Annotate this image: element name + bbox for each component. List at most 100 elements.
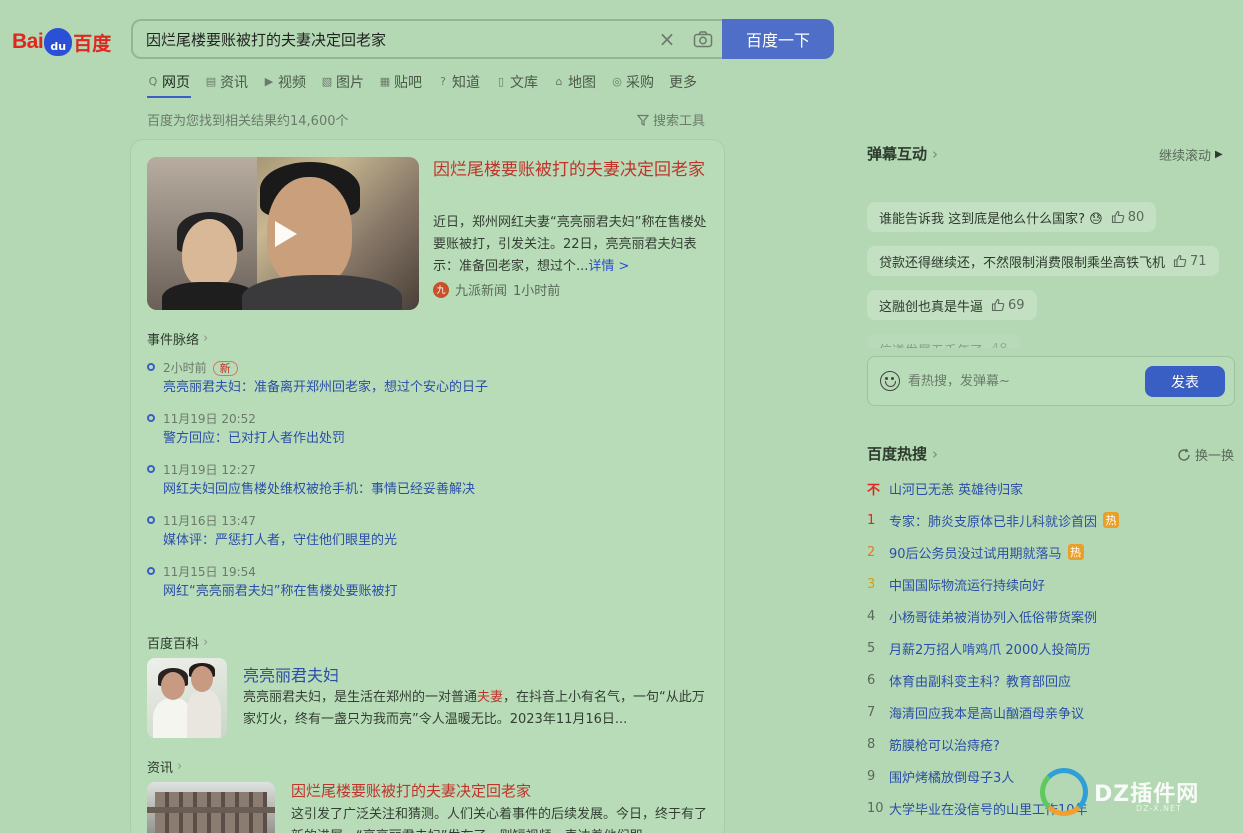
timeline-dot-icon xyxy=(147,414,155,422)
timeline-dot-icon xyxy=(147,465,155,473)
danmu-list: 谁能告诉我 这到底是他么什么国家? 😓 80 贷款还得继续还，不然限制消费限制乘坐… xyxy=(867,168,1237,348)
purchase-icon: ◎ xyxy=(612,75,622,88)
map-icon: ⌂ xyxy=(555,75,563,88)
news-desc: 这引发了广泛关注和猜测。人们关心着事件的后续发展。今日，终于有了新的进展，“亮亮… xyxy=(291,807,708,833)
danmu-item[interactable]: 这融创也真是牛逼 69 xyxy=(867,290,1037,320)
hot-item[interactable]: 5 月薪2万招人啃鸡爪 2000人投简历 xyxy=(867,632,1237,664)
timeline-heading[interactable]: 事件脉络 › xyxy=(147,329,208,348)
tab-tieba[interactable]: ▦ 贴吧 xyxy=(379,70,422,94)
tab-video[interactable]: ▶ 视频 xyxy=(263,70,306,94)
baike-desc: 亮亮丽君夫妇，是生活在郑州的一对普通夫妻，在抖音上小有名气，一句“从此万家灯火，… xyxy=(243,690,705,727)
send-danmu-button[interactable]: 发表 xyxy=(1145,366,1225,397)
tab-news[interactable]: ▤ 资讯 xyxy=(205,70,248,94)
like-button[interactable]: 80 xyxy=(1111,210,1144,225)
top-result-title[interactable]: 因烂尾楼要账被打的夫妻决定回老家 xyxy=(433,156,713,184)
timeline-item: 11月19日 20:52 警方回应：已对打人者作出处罚 xyxy=(147,409,707,460)
refresh-icon xyxy=(1178,448,1190,461)
like-button[interactable]: 71 xyxy=(1173,254,1207,269)
source-time: 1小时前 xyxy=(513,284,561,299)
danmu-item[interactable]: 贷款还得继续还，不然限制消费限制乘坐高铁飞机 71 xyxy=(867,246,1219,276)
video-thumbnail[interactable] xyxy=(147,157,419,310)
search-button[interactable]: 百度一下 xyxy=(722,19,834,59)
hot-item[interactable]: 6 体育由副科变主科？教育部回应 xyxy=(867,664,1237,696)
details-link[interactable]: 详情 > xyxy=(588,259,629,274)
thumbs-up-icon xyxy=(1173,254,1187,268)
danmu-input[interactable] xyxy=(908,373,1138,389)
tab-zhidao[interactable]: ? 知道 xyxy=(437,70,480,94)
timeline-dot-icon xyxy=(147,567,155,575)
tab-wenku[interactable]: ▯ 文库 xyxy=(495,70,538,94)
hot-item[interactable]: 7 海清回应我本是高山酗酒母亲争议 xyxy=(867,696,1237,728)
chevron-right-icon: › xyxy=(932,144,939,163)
hot-item[interactable]: 3 中国国际物流运行持续向好 xyxy=(867,568,1237,600)
top-result-desc: 近日，郑州网红夫妻“亮亮丽君夫妇”称在售楼处要账被打，引发关注。22日，亮亮丽君… xyxy=(433,215,707,274)
search-box: × xyxy=(131,19,723,59)
baidu-logo[interactable]: Bai du 百度 xyxy=(12,22,111,62)
search-tools-button[interactable]: 搜索工具 xyxy=(637,110,705,129)
timeline-item: 11月15日 19:54 网红“亮亮丽君夫妇”称在售楼处要账被打 xyxy=(147,562,707,613)
source-name[interactable]: 九派新闻 xyxy=(455,280,507,299)
thumbs-up-icon xyxy=(1111,210,1124,224)
logo-paw-icon: du xyxy=(44,28,73,56)
new-badge: 新 xyxy=(212,360,238,376)
timeline-link[interactable]: 网红“亮亮丽君夫妇”称在售楼处要账被打 xyxy=(163,582,707,602)
filter-icon xyxy=(637,114,649,126)
continue-scroll-button[interactable]: 继续滚动 ▶ xyxy=(1159,145,1223,164)
hot-badge: 热 xyxy=(1103,512,1120,528)
like-button[interactable]: 48 xyxy=(991,342,1008,349)
search-input[interactable] xyxy=(133,30,651,48)
top-result-source: 九 九派新闻 1小时前 xyxy=(433,280,560,299)
watermark-logo-icon xyxy=(1040,768,1088,816)
active-tab-indicator xyxy=(147,96,191,98)
camera-icon[interactable] xyxy=(683,27,723,51)
event-timeline: 2小时前新亮亮丽君夫妇：准备离开郑州回老家，想过个安心的日子 11月19日 20… xyxy=(147,358,707,613)
site-watermark: DZ插件网 DZ-X.NET xyxy=(1040,768,1199,816)
search-icon: Q xyxy=(148,75,158,88)
danmu-item[interactable]: 谁能告诉我 这到底是他么什么国家? 😓 80 xyxy=(867,202,1157,232)
news-icon: ▤ xyxy=(205,75,217,88)
emoji-icon[interactable] xyxy=(880,371,900,391)
baike-image[interactable] xyxy=(147,658,227,738)
hot-item[interactable]: 1 专家：肺炎支原体已非儿科就诊首因热 xyxy=(867,504,1237,536)
pin-icon: 不 xyxy=(867,482,881,498)
timeline-link[interactable]: 亮亮丽君夫妇：准备离开郑州回老家，想过个安心的日子 xyxy=(163,378,707,398)
image-icon: ▧ xyxy=(321,75,333,88)
tab-more[interactable]: 更多 xyxy=(669,70,697,94)
timeline-link[interactable]: 警方回应：已对打人者作出处罚 xyxy=(163,429,707,449)
danmu-item[interactable]: 信道发展五千年了48 xyxy=(867,334,1020,348)
tab-web[interactable]: Q 网页 xyxy=(147,70,190,94)
baike-title[interactable]: 亮亮丽君夫妇 xyxy=(243,662,339,686)
timeline-link[interactable]: 媒体评：严惩打人者，守住他们眼里的光 xyxy=(163,531,707,551)
timeline-item: 2小时前新亮亮丽君夫妇：准备离开郑州回老家，想过个安心的日子 xyxy=(147,358,707,409)
chevron-right-icon: › xyxy=(203,635,209,650)
tab-purchase[interactable]: ◎ 采购 xyxy=(611,70,654,94)
refresh-button[interactable]: 换一换 xyxy=(1177,445,1234,464)
source-logo-icon: 九 xyxy=(433,281,449,298)
hot-badge: 热 xyxy=(1067,544,1084,560)
search-tabs: Q 网页 ▤ 资讯 ▶ 视频 ▧ 图片 ▦ 贴吧 ? 知道 ▯ 文库 ⌂ 地图 ◎ 采购 更多 xyxy=(147,70,712,94)
timeline-dot-icon xyxy=(147,363,155,371)
like-button[interactable]: 69 xyxy=(991,298,1025,313)
video-icon: ▶ xyxy=(264,75,274,88)
play-icon[interactable] xyxy=(275,221,297,247)
danmu-title[interactable]: 弹幕互动 › xyxy=(867,143,938,164)
hot-item[interactable]: 8 筋膜枪可以治痔疮? xyxy=(867,728,1237,760)
tab-map[interactable]: ⌂ 地图 xyxy=(553,70,597,94)
baike-heading[interactable]: 百度百科 › xyxy=(147,633,208,652)
news-heading[interactable]: 资讯 › xyxy=(147,757,182,776)
timeline-link[interactable]: 网红夫妇回应售楼处维权被抢手机：事情已经妥善解决 xyxy=(163,480,707,500)
news-image[interactable] xyxy=(147,782,275,833)
clear-icon[interactable]: × xyxy=(651,27,683,51)
hot-item[interactable]: 4 小杨哥徒弟被消协列入低俗带货案例 xyxy=(867,600,1237,632)
chevron-right-icon: › xyxy=(932,444,939,463)
result-count: 百度为您找到相关结果约14,600个 xyxy=(147,114,349,129)
hot-item[interactable]: 不山河已无恙 英雄待归家 xyxy=(867,472,1237,504)
tab-images[interactable]: ▧ 图片 xyxy=(321,70,364,94)
tieba-icon: ▦ xyxy=(379,75,391,88)
news-title[interactable]: 因烂尾楼要账被打的夫妻决定回老家 xyxy=(291,780,531,801)
chevron-right-icon: › xyxy=(203,331,209,346)
timeline-dot-icon xyxy=(147,516,155,524)
hot-item[interactable]: 2 90后公务员没过试用期就落马热 xyxy=(867,536,1237,568)
play-triangle-icon: ▶ xyxy=(1215,149,1223,160)
hot-search-title[interactable]: 百度热搜 › xyxy=(867,443,938,464)
